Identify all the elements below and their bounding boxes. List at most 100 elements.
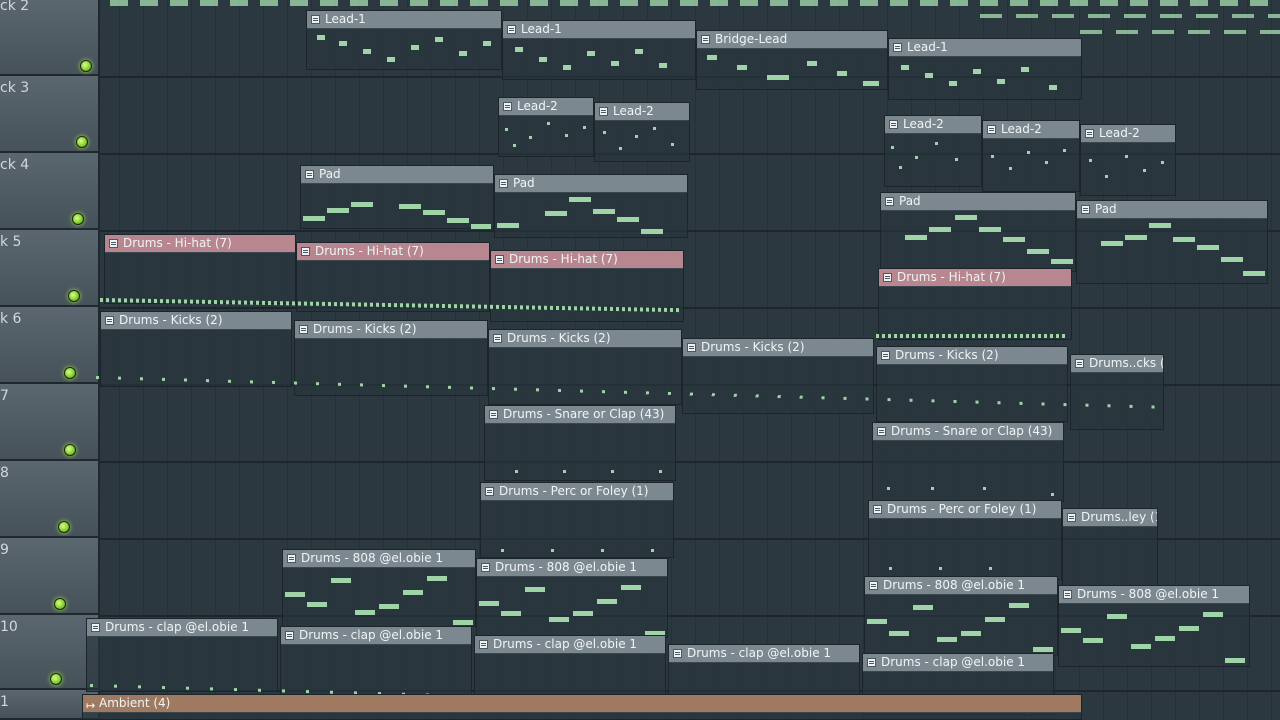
pattern-clip-snare[interactable]: Drums - Snare or Clap (43)	[872, 422, 1064, 502]
pattern-clip-perc[interactable]: Drums - Perc or Foley (1)	[480, 482, 674, 558]
pattern-clip-808[interactable]: Drums - 808 @el.obie 1	[1058, 585, 1250, 667]
clip-header[interactable]: Drums - Perc or Foley (1)	[869, 501, 1061, 519]
pattern-clip-pad[interactable]: Pad	[300, 165, 494, 229]
clip-header[interactable]: Lead-1	[503, 21, 695, 39]
pattern-clip-pad[interactable]: Pad	[880, 192, 1076, 272]
clip-title: Drums - Perc or Foley (1)	[499, 484, 649, 498]
clip-header[interactable]: Drums - Hi-hat (7)	[491, 251, 683, 269]
pattern-clip-clap[interactable]: Drums - clap @el.obie 1	[280, 626, 472, 700]
note	[905, 235, 927, 240]
clip-header[interactable]: Drums - 808 @el.obie 1	[1059, 586, 1249, 604]
led-indicator-icon[interactable]	[64, 444, 76, 456]
pattern-clip-kicks[interactable]: Drums - Kicks (2)	[682, 338, 874, 414]
clip-header[interactable]: Lead-1	[307, 11, 501, 29]
track-header-4[interactable]: ck 4	[0, 153, 100, 230]
track-header-5[interactable]: k 5	[0, 230, 100, 307]
pattern-clip-kicks[interactable]: Drums..cks (2)	[1070, 354, 1164, 430]
clip-header[interactable]: Drums - clap @el.obie 1	[863, 654, 1053, 672]
pattern-clip-perc[interactable]: Drums - Perc or Foley (1)	[868, 500, 1062, 580]
piano-roll-icon	[479, 640, 488, 649]
piano-roll-icon	[489, 410, 498, 419]
clip-header[interactable]: Lead-2	[499, 98, 593, 116]
track-header-2[interactable]: ck 2	[0, 0, 100, 76]
clip-header[interactable]: Lead-2	[983, 121, 1079, 139]
led-indicator-icon[interactable]	[64, 367, 76, 379]
pattern-clip-lead-2[interactable]: Lead-2	[884, 115, 982, 187]
clip-header[interactable]: Drums - Kicks (2)	[683, 339, 873, 357]
clip-header[interactable]: Bridge-Lead	[697, 31, 887, 49]
track-header-8[interactable]: 8	[0, 461, 100, 538]
pattern-clip-snare[interactable]: Drums - Snare or Clap (43)	[484, 405, 676, 481]
clip-header[interactable]: Lead-2	[885, 116, 981, 134]
clip-title: Ambient (4)	[99, 696, 171, 710]
pattern-clip-lead-1[interactable]: Lead-1	[502, 20, 696, 80]
led-indicator-icon[interactable]	[54, 598, 66, 610]
clip-header[interactable]: Drums - Kicks (2)	[877, 347, 1067, 365]
clip-header[interactable]: Drums - Snare or Clap (43)	[873, 423, 1063, 441]
clip-header[interactable]: Drums..cks (2)	[1071, 355, 1163, 373]
pattern-clip-lead-2[interactable]: Lead-2	[498, 97, 594, 157]
pattern-clip-clap[interactable]: Drums - clap @el.obie 1	[86, 618, 278, 692]
pattern-clip-bridge-lead[interactable]: Bridge-Lead	[696, 30, 888, 90]
pattern-clip-perc[interactable]: Drums..ley (1)	[1062, 508, 1158, 588]
led-indicator-icon[interactable]	[80, 60, 92, 72]
note	[447, 218, 469, 223]
note	[363, 49, 371, 54]
clip-header[interactable]: Drums - clap @el.obie 1	[281, 627, 471, 645]
led-indicator-icon[interactable]	[76, 136, 88, 148]
pattern-clip-lead-1[interactable]: Lead-1	[888, 38, 1082, 100]
clip-header[interactable]: Drums - Kicks (2)	[295, 321, 487, 339]
note	[707, 55, 717, 60]
clip-header[interactable]: Drums - clap @el.obie 1	[87, 619, 277, 637]
pattern-clip-pad[interactable]: Pad	[1076, 200, 1268, 284]
clip-header[interactable]: Drums - clap @el.obie 1	[669, 645, 859, 663]
track-header-10[interactable]: 10	[0, 615, 100, 690]
clip-header[interactable]: Drums - 808 @el.obie 1	[477, 559, 667, 577]
pattern-clip-lead-2[interactable]: Lead-2	[1080, 124, 1176, 196]
clip-header[interactable]: Drums - Hi-hat (7)	[297, 243, 489, 261]
clip-header[interactable]: Drums - Hi-hat (7)	[879, 269, 1071, 287]
track-header-6[interactable]: k 6	[0, 307, 100, 384]
clip-header[interactable]: Drums - Snare or Clap (43)	[485, 406, 675, 424]
pattern-clip-808[interactable]: Drums - 808 @el.obie 1	[864, 576, 1058, 656]
pattern-clip-808[interactable]: Drums - 808 @el.obie 1	[476, 558, 668, 638]
pattern-clip-pad[interactable]: Pad	[494, 174, 688, 238]
pattern-clip-kicks[interactable]: Drums - Kicks (2)	[876, 346, 1068, 422]
led-indicator-icon[interactable]	[72, 213, 84, 225]
led-indicator-icon[interactable]	[50, 673, 62, 685]
clip-header[interactable]: Pad	[881, 193, 1075, 211]
pattern-clip-hihat[interactable]: Drums - Hi-hat (7)	[878, 268, 1072, 340]
clip-header[interactable]: Pad	[495, 175, 687, 193]
pattern-clip-hihat[interactable]: Drums - Hi-hat (7)	[104, 234, 296, 304]
clip-header[interactable]: ↦ Ambient (4)	[83, 695, 1081, 713]
clip-header[interactable]: Drums - Kicks (2)	[101, 312, 291, 330]
top-track-notes	[110, 0, 1280, 6]
pattern-clip-lead-1[interactable]: Lead-1	[306, 10, 502, 70]
clip-header[interactable]: Drums - Hi-hat (7)	[105, 235, 295, 253]
clip-header[interactable]: Drums - clap @el.obie 1	[475, 636, 665, 654]
clip-header[interactable]: Drums - Kicks (2)	[489, 330, 681, 348]
audio-clip-ambient[interactable]: ↦ Ambient (4)	[82, 694, 1082, 720]
pattern-clip-lead-2[interactable]: Lead-2	[594, 102, 690, 162]
clip-header[interactable]: Drums..ley (1)	[1063, 509, 1157, 527]
clip-header[interactable]: Pad	[1077, 201, 1267, 219]
track-header-3[interactable]: ck 3	[0, 76, 100, 153]
track-header-9[interactable]: 9	[0, 538, 100, 615]
clip-header[interactable]: Drums - 808 @el.obie 1	[865, 577, 1057, 595]
clip-title: Drums - 808 @el.obie 1	[301, 551, 444, 565]
clip-header[interactable]: Lead-2	[595, 103, 689, 121]
clip-header[interactable]: Drums - Perc or Foley (1)	[481, 483, 673, 501]
led-indicator-icon[interactable]	[68, 290, 80, 302]
clip-header[interactable]: Lead-2	[1081, 125, 1175, 143]
clip-header[interactable]: Pad	[301, 166, 493, 184]
led-indicator-icon[interactable]	[58, 521, 70, 533]
clip-header[interactable]: Drums - 808 @el.obie 1	[283, 550, 475, 568]
track-header-7[interactable]: 7	[0, 384, 100, 461]
clip-title: Drums - Hi-hat (7)	[897, 270, 1006, 284]
pattern-clip-kicks[interactable]: Drums - Kicks (2)	[100, 311, 292, 387]
piano-roll-icon	[301, 247, 310, 256]
pattern-clip-808[interactable]: Drums - 808 @el.obie 1	[282, 549, 476, 627]
clip-header[interactable]: Lead-1	[889, 39, 1081, 57]
piano-roll-icon	[109, 239, 118, 248]
pattern-clip-lead-2[interactable]: Lead-2	[982, 120, 1080, 192]
